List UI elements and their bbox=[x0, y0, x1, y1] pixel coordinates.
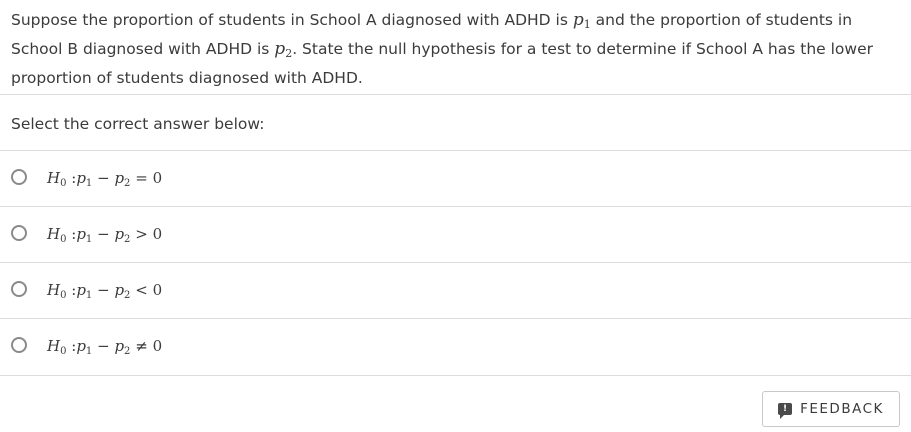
divider bbox=[0, 318, 911, 319]
option-label: H0 :p1 − p2 > 0 bbox=[47, 225, 163, 245]
variable-p2: p2 bbox=[274, 39, 293, 60]
answer-option-less[interactable]: H0 :p1 − p2 < 0 bbox=[0, 264, 911, 319]
question-part-1: Suppose the proportion of students in Sc… bbox=[11, 11, 573, 29]
answer-option-not-equal[interactable]: H0 :p1 − p2 ≠ 0 bbox=[0, 320, 911, 375]
variable-p1: p1 bbox=[572, 10, 591, 31]
feedback-label: FEEDBACK bbox=[800, 401, 884, 417]
divider bbox=[0, 206, 911, 207]
option-label: H0 :p1 − p2 = 0 bbox=[47, 169, 163, 189]
radio-button[interactable] bbox=[11, 337, 27, 353]
answer-option-greater[interactable]: H0 :p1 − p2 > 0 bbox=[0, 208, 911, 263]
question-text: Suppose the proportion of students in Sc… bbox=[11, 8, 903, 90]
feedback-button[interactable]: ! FEEDBACK bbox=[762, 391, 900, 427]
radio-button[interactable] bbox=[11, 281, 27, 297]
radio-button[interactable] bbox=[11, 169, 27, 185]
divider bbox=[0, 94, 911, 95]
divider bbox=[0, 150, 911, 151]
answer-option-equal[interactable]: H0 :p1 − p2 = 0 bbox=[0, 152, 911, 207]
option-label: H0 :p1 − p2 ≠ 0 bbox=[47, 337, 163, 357]
feedback-icon: ! bbox=[778, 403, 793, 419]
radio-button[interactable] bbox=[11, 225, 27, 241]
option-label: H0 :p1 − p2 < 0 bbox=[47, 281, 163, 301]
divider bbox=[0, 375, 911, 376]
answer-prompt: Select the correct answer below: bbox=[11, 115, 265, 133]
divider bbox=[0, 262, 911, 263]
